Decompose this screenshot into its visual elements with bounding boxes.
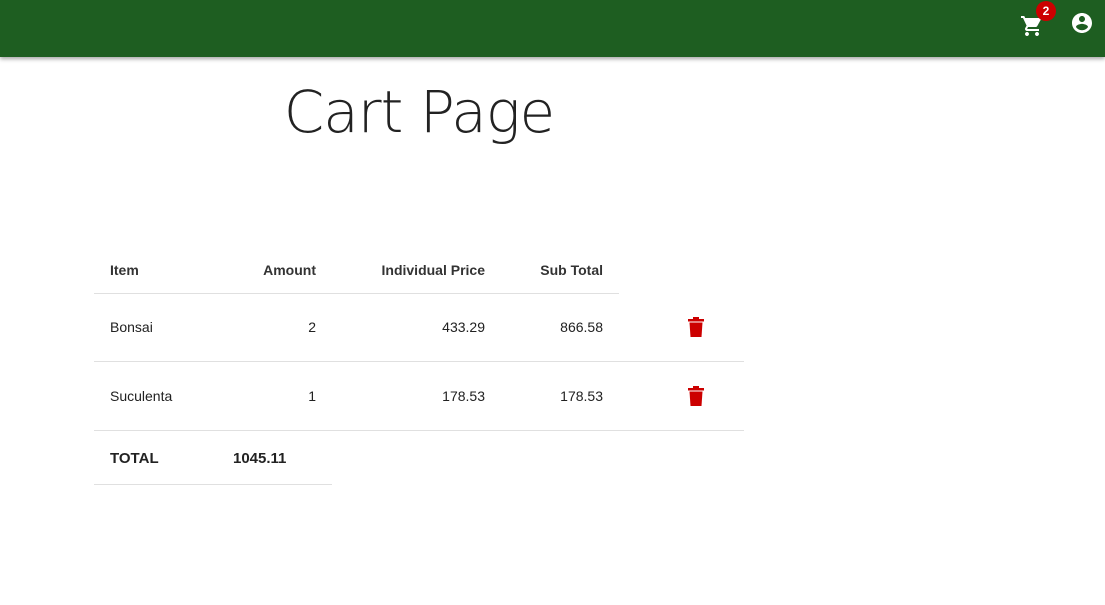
item-name: Bonsai: [110, 319, 153, 335]
account-circle-icon: [1072, 13, 1092, 33]
cart-count-badge: 2: [1036, 1, 1056, 21]
item-subtotal: 178.53: [560, 388, 603, 404]
delete-icon[interactable]: [688, 317, 704, 337]
item-amount: 1: [308, 388, 316, 404]
app-bar: 2: [0, 0, 1105, 57]
item-amount: 2: [308, 319, 316, 335]
delete-icon[interactable]: [688, 386, 704, 406]
table-row: Bonsai 2 433.29 866.58: [94, 293, 744, 361]
item-price: 178.53: [442, 388, 485, 404]
total-label: TOTAL: [110, 449, 159, 467]
page-title: Cart Page: [283, 78, 555, 146]
account-button[interactable]: [1070, 11, 1094, 35]
total-value: 1045.11: [233, 449, 287, 467]
cart-button[interactable]: 2: [1020, 1, 1056, 38]
table-row: Suculenta 1 178.53 178.53: [94, 362, 744, 430]
item-subtotal: 866.58: [560, 319, 603, 335]
item-name: Suculenta: [110, 388, 173, 404]
total-divider: [94, 484, 332, 485]
total-row: TOTAL 1045.11: [94, 431, 332, 485]
item-price: 433.29: [442, 319, 485, 335]
